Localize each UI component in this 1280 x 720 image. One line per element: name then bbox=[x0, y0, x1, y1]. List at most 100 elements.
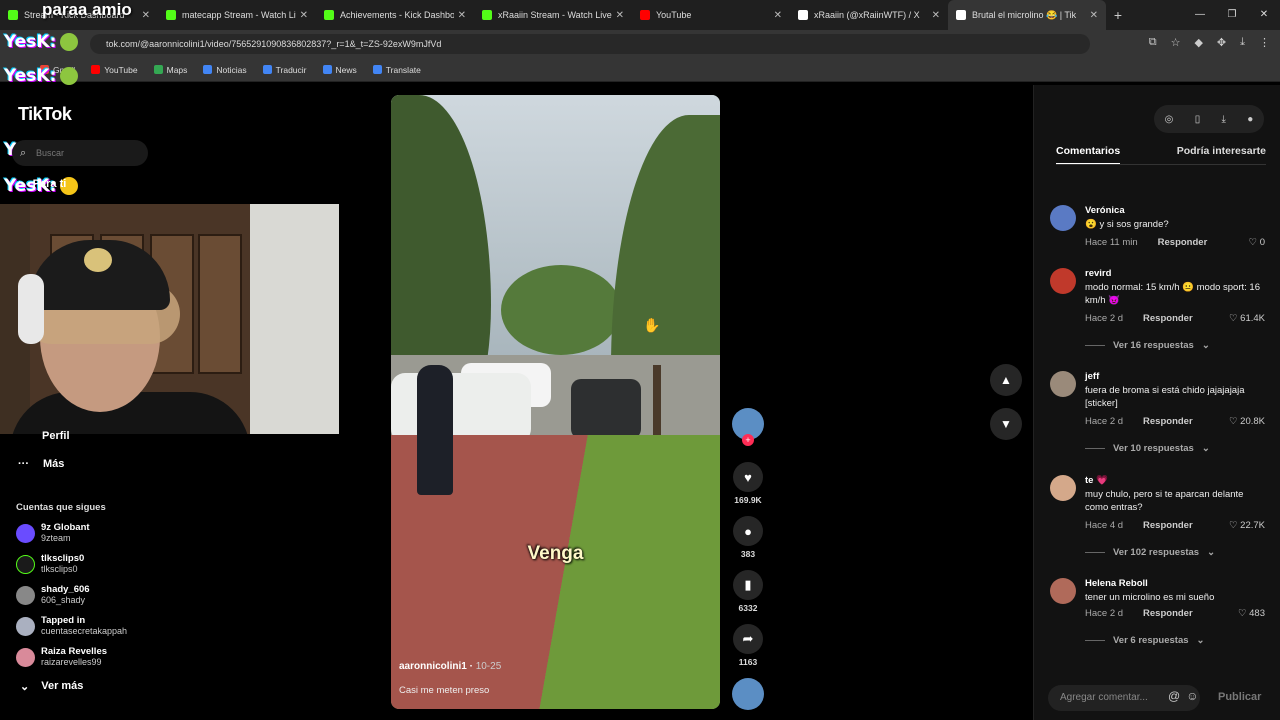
view-replies-button[interactable]: Ver 10 respuestas ⌄ bbox=[1085, 443, 1210, 454]
video-player[interactable]: ✋ Venga aaronnicolini1 · 10-25 Casi me m… bbox=[391, 95, 720, 709]
star-icon[interactable]: ☆ bbox=[1171, 36, 1181, 49]
browser-tab[interactable]: matecapp Stream - Watch Live ✕ bbox=[158, 0, 316, 30]
comment-author[interactable]: revird bbox=[1085, 268, 1111, 279]
overlay-user: YesK: bbox=[4, 66, 57, 86]
close-icon[interactable]: ✕ bbox=[300, 10, 308, 21]
mention-icon[interactable]: @ bbox=[1168, 689, 1180, 703]
comment-author[interactable]: Verónica bbox=[1085, 205, 1125, 216]
reply-button[interactable]: Responder bbox=[1143, 416, 1193, 427]
comment-like-button[interactable]: ♡ 61.4K bbox=[1229, 313, 1265, 324]
bookmark-translate[interactable]: Translate bbox=[372, 65, 421, 75]
search-placeholder: Buscar bbox=[36, 148, 65, 158]
publish-button[interactable]: Publicar bbox=[1218, 691, 1261, 703]
close-icon[interactable]: ✕ bbox=[458, 10, 466, 21]
chevron-down-icon: ⌄ bbox=[1196, 635, 1205, 646]
video-officer bbox=[417, 365, 453, 495]
comment-button[interactable]: ● 383 bbox=[732, 516, 764, 559]
tiktok-logo[interactable]: TikTok bbox=[18, 104, 72, 125]
comment-like-count: 0 bbox=[1259, 237, 1265, 248]
tab-interest[interactable]: Podría interesarte bbox=[1177, 145, 1266, 165]
bookmark-noticias[interactable]: Noticias bbox=[203, 65, 247, 75]
menu-icon[interactable]: ⋮ bbox=[1259, 36, 1270, 49]
following-item[interactable]: Tapped in cuentasecretakappah bbox=[16, 615, 127, 637]
view-replies-button[interactable]: Ver 102 respuestas ⌄ bbox=[1085, 547, 1215, 558]
headset bbox=[18, 274, 44, 344]
avatar bbox=[16, 523, 35, 543]
avatar[interactable] bbox=[1050, 371, 1076, 397]
avatar[interactable] bbox=[1050, 578, 1076, 604]
emoji-icon[interactable]: ☺ bbox=[1186, 689, 1198, 703]
close-icon[interactable]: ✕ bbox=[616, 10, 624, 21]
avatar bbox=[16, 616, 35, 636]
comment-like-button[interactable]: ♡ 483 bbox=[1238, 608, 1265, 619]
install-icon[interactable]: ⧉ bbox=[1149, 36, 1157, 49]
like-button[interactable]: ♥ 169.9K bbox=[732, 462, 764, 505]
bookmark-traducir[interactable]: Traducir bbox=[262, 65, 307, 75]
browser-tab[interactable]: Achievements - Kick Dashboard ✕ bbox=[316, 0, 474, 30]
cabinet-door bbox=[198, 234, 242, 374]
search-input[interactable]: ⌕ Buscar bbox=[12, 140, 148, 166]
avatar[interactable] bbox=[1050, 205, 1076, 231]
comment-like-button[interactable]: ♡ 22.7K bbox=[1229, 520, 1265, 531]
chevron-down-icon: ⌄ bbox=[20, 681, 30, 693]
reply-button[interactable]: Responder bbox=[1158, 237, 1208, 248]
avatar[interactable] bbox=[1050, 268, 1076, 294]
comment-like-button[interactable]: ♡ 0 bbox=[1249, 237, 1265, 248]
close-icon[interactable]: ✕ bbox=[1090, 10, 1098, 21]
extension-icon[interactable]: ◆ bbox=[1194, 36, 1202, 49]
maximize-icon[interactable]: ❐ bbox=[1216, 0, 1248, 30]
url-field[interactable]: tok.com/@aaronnicolini1/video/7565291090… bbox=[90, 34, 1090, 54]
comment-like-count: 483 bbox=[1249, 608, 1265, 619]
following-item[interactable]: 9z Globant 9zteam bbox=[16, 522, 90, 544]
bookmark-news[interactable]: News bbox=[322, 65, 357, 75]
new-tab-button[interactable]: + bbox=[1106, 7, 1130, 23]
comment-author[interactable]: te 💗 bbox=[1085, 475, 1108, 486]
comment-author[interactable]: jeff bbox=[1085, 371, 1099, 382]
minimize-icon[interactable]: — bbox=[1184, 0, 1216, 30]
avatar[interactable] bbox=[1050, 475, 1076, 501]
view-replies-button[interactable]: Ver 6 respuestas ⌄ bbox=[1085, 635, 1205, 646]
browser-tab[interactable]: xRaaiin (@xRaiinWTF) / X ✕ bbox=[790, 0, 948, 30]
browser-tab-active[interactable]: Brutal el microlino 😂 | Tik ✕ bbox=[948, 0, 1106, 30]
share-button[interactable]: ➦ 1163 bbox=[732, 624, 764, 667]
avatar[interactable]: ● bbox=[1247, 114, 1253, 125]
comment-like-button[interactable]: ♡ 20.8K bbox=[1229, 416, 1265, 427]
reply-button[interactable]: Responder bbox=[1143, 520, 1193, 531]
close-icon[interactable]: ✕ bbox=[774, 10, 782, 21]
compass-icon[interactable]: ◎ bbox=[1165, 114, 1174, 125]
following-item[interactable]: tlksclips0 tlksclips0 bbox=[16, 553, 84, 575]
browser-tab[interactable]: xRaaiin Stream - Watch Live on ✕ bbox=[474, 0, 632, 30]
sidebar-item-profile[interactable]: Perfil bbox=[42, 430, 70, 442]
save-button[interactable]: ▮ 6332 bbox=[732, 570, 764, 613]
browser-tab[interactable]: YouTube ✕ bbox=[632, 0, 790, 30]
close-icon[interactable]: ✕ bbox=[932, 10, 940, 21]
view-replies-button[interactable]: Ver 16 respuestas ⌄ bbox=[1085, 340, 1210, 351]
see-more-button[interactable]: ⌄ Ver más bbox=[20, 680, 83, 693]
close-window-icon[interactable]: ✕ bbox=[1248, 0, 1280, 30]
video-author[interactable]: aaronnicolini1 · 10-25 bbox=[399, 661, 501, 672]
tab-comments[interactable]: Comentarios bbox=[1056, 145, 1121, 165]
bookmark-icon: ▮ bbox=[733, 570, 763, 600]
close-icon[interactable]: ✕ bbox=[142, 10, 150, 21]
previous-video-button[interactable]: ▲ bbox=[990, 364, 1022, 396]
download-icon[interactable]: ⤓ bbox=[1240, 36, 1245, 49]
wall bbox=[250, 204, 339, 434]
follow-plus-icon[interactable]: + bbox=[742, 434, 754, 446]
download-icon[interactable]: ⤓ bbox=[1222, 114, 1226, 125]
phone-icon[interactable]: ▯ bbox=[1195, 114, 1201, 125]
comment-text: tener un microlino es mi sueño bbox=[1085, 592, 1215, 603]
following-item[interactable]: Raiza Revelles raizarevelles99 bbox=[16, 646, 107, 668]
reply-button[interactable]: Responder bbox=[1143, 608, 1193, 619]
puzzle-icon[interactable]: ✥ bbox=[1217, 36, 1226, 49]
following-item[interactable]: shady_606 606_shady bbox=[16, 584, 90, 606]
comment-text: muy chulo, pero si te aparcan delante co… bbox=[1085, 489, 1244, 513]
bookmark-youtube[interactable]: YouTube bbox=[91, 65, 138, 75]
bookmark-maps[interactable]: Maps bbox=[153, 65, 187, 75]
sidebar-item-more[interactable]: ··· Más bbox=[18, 458, 64, 470]
reply-button[interactable]: Responder bbox=[1143, 313, 1193, 324]
kick-icon bbox=[482, 10, 492, 20]
sidebar-item-home[interactable]: ⌂ Para ti bbox=[16, 178, 66, 190]
comment-author[interactable]: Helena Reboll bbox=[1085, 578, 1148, 589]
next-video-button[interactable]: ▼ bbox=[990, 408, 1022, 440]
tiktok-icon bbox=[956, 10, 966, 20]
